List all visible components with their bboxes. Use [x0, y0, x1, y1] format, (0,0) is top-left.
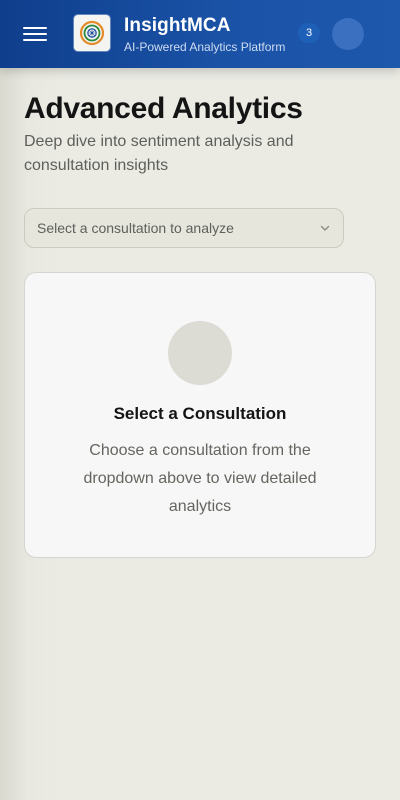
emblem-logo-graphic [79, 20, 105, 46]
consultation-select[interactable]: Select a consultation to analyze [24, 208, 344, 248]
user-avatar[interactable] [332, 18, 364, 50]
placeholder-icon [168, 321, 232, 385]
empty-state-card: Select a Consultation Choose a consultat… [24, 272, 376, 558]
page-subtitle: Deep dive into sentiment analysis and co… [24, 133, 294, 174]
page-title: Advanced Analytics [24, 92, 303, 125]
app-subtitle: AI-Powered Analytics Platform [124, 40, 286, 54]
hamburger-menu-icon[interactable] [22, 24, 48, 44]
chevron-down-icon [319, 222, 331, 234]
notification-badge[interactable]: 3 [298, 23, 320, 43]
app-title: InsightMCA [124, 15, 231, 36]
menu-line [23, 39, 47, 42]
app-header: InsightMCA AI-Powered Analytics Platform… [0, 0, 400, 68]
empty-state-title: Select a Consultation [113, 404, 287, 423]
select-placeholder: Select a consultation to analyze [37, 220, 234, 236]
menu-line [23, 27, 47, 30]
emblem-logo-icon [74, 15, 110, 51]
menu-line [23, 33, 47, 36]
empty-state-description: Choose a consultation from the dropdown … [83, 442, 317, 515]
